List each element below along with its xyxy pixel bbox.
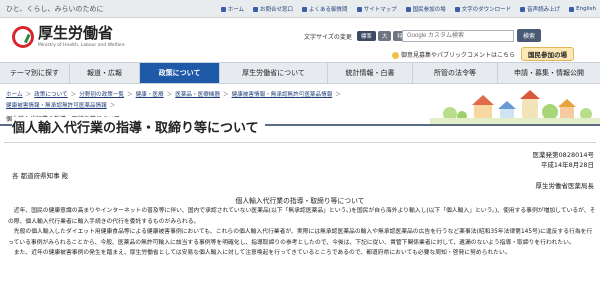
- body-paragraph: また、近年の健康被害事例の発生を踏まえ、厚生労働省としては安易な個人輸入に対して…: [8, 250, 511, 257]
- contact-link-label: お問合せ窓口: [260, 7, 294, 13]
- faq-link[interactable]: よくある御質問: [302, 5, 348, 13]
- logo-name-en: Ministry of Health, Labour and Welfare: [38, 43, 125, 48]
- breadcrumb-item[interactable]: 医薬品・医療機器: [175, 90, 220, 98]
- arrow-icon: [454, 6, 460, 12]
- arrow-icon: [253, 6, 259, 12]
- document-heading: 個人輸入代行業の指導・取締り等について: [235, 197, 365, 205]
- town-illustration: [430, 90, 600, 124]
- header-sublinks: 御意見募集やパブリックコメントはこちら 国民参加の場: [392, 47, 575, 61]
- font-size-large-button[interactable]: 大: [377, 31, 392, 41]
- bulb-icon: [392, 51, 399, 59]
- utility-links: ホーム お問合せ窓口 よくある御質問 サイトマップ 国民参加の場 文字のダウンロ…: [220, 5, 596, 13]
- site-logo[interactable]: 厚生労働省 Ministry of Health, Labour and Wel…: [12, 26, 125, 48]
- search-button[interactable]: 検索: [517, 29, 542, 42]
- page-title: 個人輸入代行業の指導・取締り等について: [12, 117, 265, 136]
- sitemap-link[interactable]: サイトマップ: [356, 5, 397, 13]
- document-sender: 厚生労働省医薬局長: [535, 182, 595, 190]
- speaker-icon: [520, 6, 526, 12]
- breadcrumb-item[interactable]: 分野別の政策一覧: [79, 90, 124, 98]
- font-size-label: 文字サイズの変更: [304, 33, 352, 41]
- participation-link-label: 国民参加の場: [412, 7, 446, 13]
- arrow-icon: [405, 6, 411, 12]
- nav-item-policies[interactable]: 政策について: [140, 63, 220, 83]
- body-paragraph: 先般の個人輸入したダイエット用健康食品等による健康被害事例においても、これらの個…: [8, 229, 593, 246]
- arrow-icon: [356, 6, 362, 12]
- public-comment-link[interactable]: 御意見募集やパブリックコメントはこちら: [392, 50, 515, 59]
- nav-item-statistics[interactable]: 統計情報・白書: [328, 63, 413, 83]
- nav-item-about[interactable]: 厚生労働省について: [220, 63, 328, 83]
- arrow-icon: [302, 6, 308, 12]
- home-link-label: ホーム: [227, 7, 245, 13]
- document-date: 平成14年8月28日: [540, 161, 594, 169]
- breadcrumb-item[interactable]: 政策について: [34, 90, 67, 98]
- ministry-logo-icon: [12, 26, 34, 48]
- top-bar: ひと、くらし、みらいのために ホーム お問合せ窓口 よくある御質問 サイトマップ…: [0, 0, 600, 18]
- breadcrumb-item[interactable]: 健康被害情報・無承認無許可医薬品情報: [6, 101, 107, 109]
- breadcrumb-item[interactable]: 健康被害情報・無承認無許可医薬品情報: [232, 90, 333, 98]
- font-size-switcher: 文字サイズの変更 標準 大 特大: [304, 31, 413, 41]
- global-nav: テーマ別に探す 報道・広報 政策について 厚生労働省について 統計情報・白書 所…: [0, 62, 600, 84]
- participation-link[interactable]: 国民参加の場: [405, 5, 446, 13]
- english-link[interactable]: English: [569, 5, 596, 13]
- font-download-link[interactable]: 文字のダウンロード: [454, 5, 512, 13]
- divider: [4, 142, 596, 143]
- read-aloud-link-label: 音声読み上げ: [527, 7, 561, 13]
- home-icon: [220, 6, 226, 12]
- faq-link-label: よくある御質問: [309, 7, 348, 13]
- document-reference: 医薬発第0828014号 平成14年8月28日: [533, 150, 594, 170]
- document-body: 近年、国民の健康意識の高まりやインターネットの普及等に伴い、国内で承認されていな…: [8, 206, 596, 259]
- body-paragraph: 近年、国民の健康意識の高まりやインターネットの普及等に伴い、国内で承認されていな…: [8, 208, 596, 225]
- nav-item-laws[interactable]: 所管の法令等: [413, 63, 498, 83]
- contact-link[interactable]: お問合せ窓口: [253, 5, 293, 13]
- site-search: 検索: [402, 29, 542, 42]
- breadcrumb-item[interactable]: ホーム: [6, 90, 23, 98]
- nav-item-press[interactable]: 報道・広報: [70, 63, 140, 83]
- home-link[interactable]: ホーム: [220, 5, 245, 13]
- font-size-standard-button[interactable]: 標準: [356, 31, 376, 41]
- site-header: 厚生労働省 Ministry of Health, Labour and Wel…: [0, 18, 600, 61]
- nav-item-themes[interactable]: テーマ別に探す: [0, 63, 70, 83]
- public-comment-label: 御意見募集やパブリックコメントはこちら: [401, 51, 516, 59]
- participation-button[interactable]: 国民参加の場: [521, 47, 575, 61]
- font-download-link-label: 文字のダウンロード: [461, 7, 512, 13]
- logo-name-jp: 厚生労働省: [38, 24, 114, 42]
- search-input[interactable]: [402, 29, 514, 42]
- nav-item-applications[interactable]: 申請・募集・情報公開: [498, 63, 600, 83]
- read-aloud-link[interactable]: 音声読み上げ: [520, 5, 560, 13]
- document-number: 医薬発第0828014号: [532, 151, 594, 159]
- document-addressee: 各 都道府県知事 殿: [12, 172, 69, 180]
- english-link-label: English: [576, 6, 596, 12]
- sitemap-link-label: サイトマップ: [363, 7, 397, 13]
- breadcrumb-item[interactable]: 健康・医療: [136, 90, 164, 98]
- site-tagline: ひと、くらし、みらいのために: [6, 5, 104, 13]
- globe-icon: [569, 6, 575, 12]
